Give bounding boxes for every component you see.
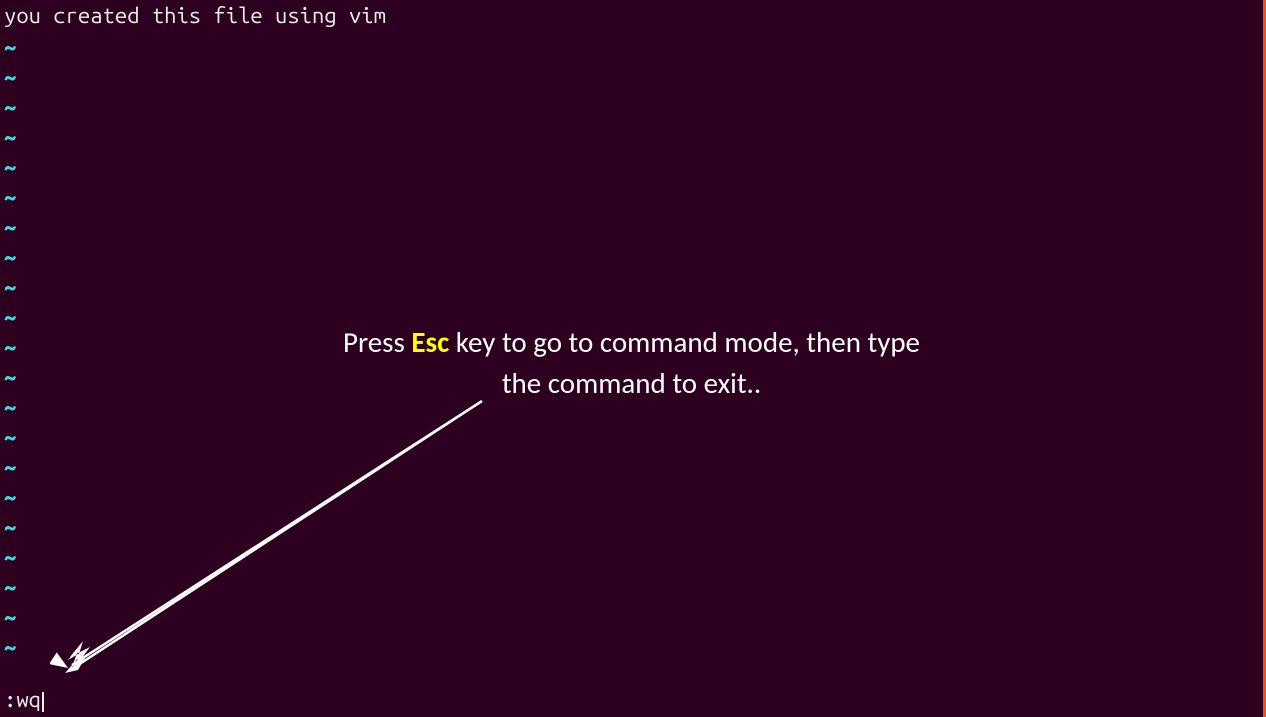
tilde-line: ~	[4, 573, 1263, 603]
vim-terminal[interactable]: you created this file using vim ~~~~~~~~…	[0, 0, 1263, 717]
tilde-line: ~	[4, 483, 1263, 513]
tilde-line: ~	[4, 183, 1263, 213]
tilde-line: ~	[4, 513, 1263, 543]
tilde-line: ~	[4, 63, 1263, 93]
tilde-line: ~	[4, 603, 1263, 633]
tilde-line: ~	[4, 453, 1263, 483]
instruction-annotation: Press Esc key to go to command mode, the…	[0, 322, 1263, 403]
tilde-line: ~	[4, 273, 1263, 303]
vim-command-line[interactable]: :wq	[4, 687, 44, 712]
cursor	[42, 692, 44, 712]
command-text: :wq	[4, 687, 41, 712]
tilde-line: ~	[4, 423, 1263, 453]
tilde-line: ~	[4, 93, 1263, 123]
tilde-line: ~	[4, 153, 1263, 183]
tilde-line: ~	[4, 123, 1263, 153]
tilde-line: ~	[4, 33, 1263, 63]
annotation-highlight: Esc	[411, 324, 449, 360]
annotation-suffix1: key to go to command mode, then type	[449, 324, 920, 360]
tilde-line: ~	[4, 633, 1263, 663]
tilde-line: ~	[4, 213, 1263, 243]
file-content-line: you created this file using vim	[0, 0, 1263, 33]
tilde-line: ~	[4, 543, 1263, 573]
annotation-line2: the command to exit..	[0, 363, 1263, 404]
annotation-prefix: Press	[343, 324, 411, 360]
tilde-line: ~	[4, 243, 1263, 273]
